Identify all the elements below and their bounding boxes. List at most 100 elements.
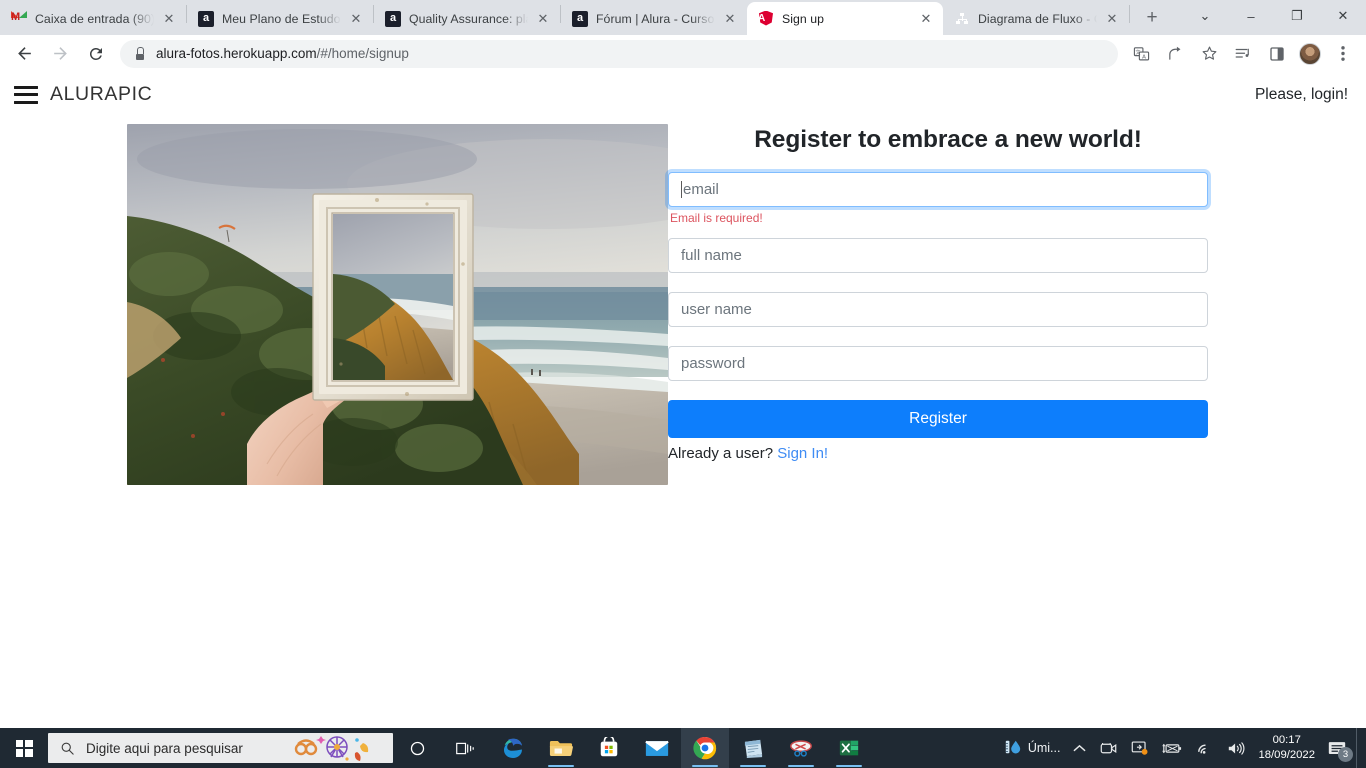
angular-icon	[758, 11, 774, 27]
web-page: ALURAPIC Please, login! Register to embr…	[0, 72, 1366, 728]
taskbar-excel-icon[interactable]	[825, 728, 873, 768]
taskbar-microsoft-edge-icon[interactable]	[489, 728, 537, 768]
humidity-icon	[1004, 738, 1022, 759]
taskbar-search-input[interactable]: Digite aqui para pesquisar	[48, 733, 393, 763]
tab-close-icon[interactable]: ✕	[917, 10, 935, 28]
register-button[interactable]: Register	[668, 400, 1208, 438]
taskbar-microsoft-store-icon[interactable]	[585, 728, 633, 768]
signup-form: Register to embrace a new world! email E…	[668, 118, 1228, 485]
maximize-button[interactable]: ❐	[1274, 0, 1320, 32]
sign-in-link[interactable]: Sign In!	[777, 445, 828, 462]
taskbar-cortana-icon[interactable]	[393, 728, 441, 768]
weather-label: Úmi...	[1027, 741, 1061, 755]
toolbar-icons: A文	[1124, 40, 1360, 68]
fullname-placeholder: full name	[681, 247, 742, 264]
username-field[interactable]: user name	[668, 292, 1208, 327]
window-controls: ⌄ – ❐ ✕	[1182, 0, 1366, 35]
svg-text:文: 文	[1135, 49, 1140, 56]
svg-text:A: A	[1142, 54, 1146, 60]
email-error-message: Email is required!	[670, 211, 763, 225]
page-content: Register to embrace a new world! email E…	[0, 118, 1366, 485]
browser-tab-meu-plano[interactable]: a Meu Plano de Estudos ✕	[187, 2, 373, 35]
chevron-up-icon[interactable]	[1066, 728, 1093, 768]
browser-tab-gmail[interactable]: Caixa de entrada (90) ✕	[0, 2, 186, 35]
tab-close-icon[interactable]: ✕	[721, 10, 739, 28]
profile-avatar[interactable]	[1299, 42, 1321, 65]
alura-icon: a	[572, 10, 588, 27]
tab-close-icon[interactable]: ✕	[160, 10, 178, 28]
browser-tab-sign-up[interactable]: Sign up ✕	[747, 2, 943, 35]
clock-date: 18/09/2022	[1258, 749, 1315, 761]
site-brand[interactable]: ALURAPIC	[50, 83, 152, 106]
new-tab-button[interactable]: +	[1138, 4, 1166, 32]
share-icon[interactable]	[1161, 40, 1189, 68]
minimize-button[interactable]: –	[1228, 0, 1274, 32]
windows-start-icon[interactable]	[0, 728, 48, 768]
search-placeholder: Digite aqui para pesquisar	[86, 740, 243, 756]
show-desktop-button[interactable]	[1356, 728, 1362, 768]
tab-title: Quality Assurance: pla	[409, 11, 528, 26]
url-path: /#/home/signup	[316, 46, 409, 61]
clock-time: 00:17	[1272, 733, 1301, 746]
reload-button[interactable]	[82, 40, 110, 68]
camera-icon[interactable]	[1093, 728, 1124, 768]
fullname-field[interactable]: full name	[668, 238, 1208, 273]
photo-column	[0, 118, 668, 485]
tab-strip: Caixa de entrada (90) ✕ a Meu Plano de E…	[0, 0, 1366, 35]
translate-icon[interactable]: A文	[1127, 40, 1155, 68]
address-bar[interactable]: alura-fotos.herokuapp.com/#/home/signup	[120, 39, 1118, 68]
taskbar-file-explorer-icon[interactable]	[537, 728, 585, 768]
chrome-menu-icon[interactable]	[1329, 40, 1357, 68]
close-window-button[interactable]: ✕	[1320, 0, 1366, 32]
hamburger-icon[interactable]	[14, 85, 38, 104]
taskbar-google-chrome-icon[interactable]	[681, 728, 729, 768]
username-placeholder: user name	[681, 301, 752, 318]
windows-taskbar: Digite aqui para pesquisar Úmi... 00:17 …	[0, 728, 1366, 768]
taskbar-snipping-tool-icon[interactable]	[777, 728, 825, 768]
search-icon	[60, 741, 75, 756]
gmail-icon	[11, 11, 27, 27]
notification-icon[interactable]: 3	[1324, 728, 1356, 768]
back-button[interactable]	[10, 40, 38, 68]
volume-icon[interactable]	[1220, 728, 1252, 768]
login-link[interactable]: Please, login!	[1255, 86, 1348, 104]
reading-list-icon[interactable]	[1229, 40, 1257, 68]
taskbar-task-view-icon[interactable]	[441, 728, 489, 768]
bookmark-star-icon[interactable]	[1195, 40, 1223, 68]
taskbar-clock[interactable]: 00:17 18/09/2022	[1252, 733, 1324, 763]
taskbar-mail-icon[interactable]	[633, 728, 681, 768]
tab-title: Caixa de entrada (90)	[35, 11, 154, 26]
tab-close-icon[interactable]: ✕	[534, 10, 552, 28]
cover-photo	[127, 124, 668, 485]
forward-button[interactable]	[46, 40, 74, 68]
display-icon[interactable]	[1124, 728, 1155, 768]
search-illustration-icon	[287, 733, 387, 763]
browser-toolbar: alura-fotos.herokuapp.com/#/home/signup …	[0, 35, 1366, 72]
weather-widget[interactable]: Úmi...	[994, 738, 1067, 759]
wifi-icon[interactable]	[1189, 728, 1220, 768]
email-placeholder: email	[683, 181, 719, 198]
tab-close-icon[interactable]: ✕	[1103, 10, 1121, 28]
url-host: alura-fotos.herokuapp.com	[156, 46, 317, 61]
browser-tab-forum[interactable]: a Fórum | Alura - Cursos ✕	[561, 2, 747, 35]
tab-close-icon[interactable]: ✕	[347, 10, 365, 28]
side-panel-icon[interactable]	[1263, 40, 1291, 68]
system-tray: Úmi... 00:17 18/09/2022 3	[994, 728, 1366, 768]
email-field[interactable]: email	[668, 172, 1208, 207]
text-caret	[681, 181, 682, 198]
already-user-text: Already a user?	[668, 445, 774, 462]
battery-icon[interactable]	[1155, 728, 1189, 768]
tab-divider	[1129, 5, 1130, 23]
taskbar-notepad-icon[interactable]	[729, 728, 777, 768]
browser-tab-quality-assurance[interactable]: a Quality Assurance: pla ✕	[374, 2, 560, 35]
tab-title: Sign up	[782, 11, 825, 26]
password-field[interactable]: password	[668, 346, 1208, 381]
signin-row: Already a user? Sign In!	[668, 445, 1228, 462]
alura-icon: a	[385, 10, 401, 27]
tab-title: Fórum | Alura - Cursos	[596, 11, 715, 26]
site-header: ALURAPIC Please, login!	[0, 72, 1366, 118]
browser-tab-diagrama-de-fluxo[interactable]: Diagrama de Fluxo - C ✕	[943, 2, 1129, 35]
tab-title: Meu Plano de Estudos	[222, 11, 341, 26]
tab-search-icon[interactable]: ⌄	[1182, 0, 1228, 32]
diagram-icon	[954, 11, 970, 27]
